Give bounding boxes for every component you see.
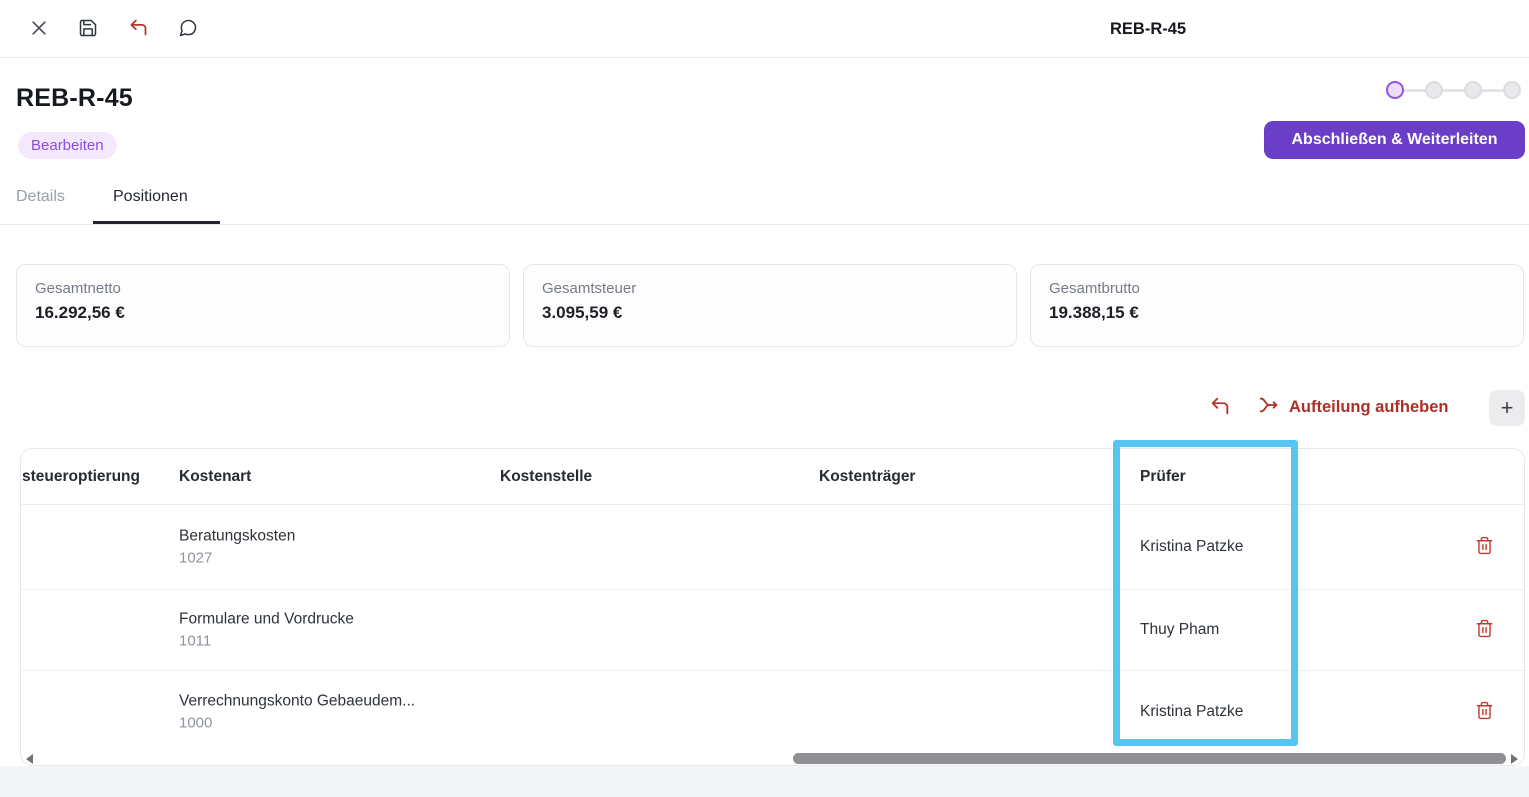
- column-header-kostentraeger: Kostenträger: [819, 449, 915, 505]
- undo-icon: [128, 17, 149, 41]
- stepper-step-1[interactable]: [1386, 81, 1404, 99]
- card-label: Gesamtbrutto: [1049, 280, 1505, 297]
- table-undo-button[interactable]: [1207, 394, 1233, 420]
- column-header-steueroptierung: steueroptierung: [22, 449, 140, 505]
- pruefer-cell: Thuy Pham: [1140, 621, 1219, 639]
- table-row[interactable]: Beratungskosten 1027 Kristina Patzke: [21, 505, 1524, 590]
- column-header-kostenart: Kostenart: [179, 449, 251, 505]
- unsplit-button[interactable]: Aufteilung aufheben: [1258, 392, 1449, 422]
- card-value: 3.095,59 €: [542, 303, 998, 323]
- table-row[interactable]: Verrechnungskonto Gebaeudem... 1000 Kris…: [21, 671, 1524, 752]
- undo-icon: [1209, 395, 1231, 420]
- progress-stepper: [1386, 81, 1526, 99]
- stepper-connector: [1481, 89, 1504, 92]
- kostenart-cell: Formulare und Vordrucke 1011: [179, 611, 354, 650]
- scrollbar-thumb[interactable]: [793, 753, 1506, 764]
- delete-row-button[interactable]: [1471, 534, 1497, 560]
- card-value: 16.292,56 €: [35, 303, 491, 323]
- kostenart-name: Beratungskosten: [179, 528, 295, 546]
- positions-table: steueroptierung Kostenart Kostenstelle K…: [20, 448, 1525, 766]
- pruefer-cell: Kristina Patzke: [1140, 538, 1243, 556]
- column-header-kostenstelle: Kostenstelle: [500, 449, 592, 505]
- tab-positionen[interactable]: Positionen: [113, 188, 188, 206]
- app-window: REB-R-45 REB-R-45 Bearbeiten Abschließen…: [0, 0, 1529, 797]
- add-position-button[interactable]: +: [1489, 390, 1525, 426]
- delete-row-button[interactable]: [1471, 617, 1497, 643]
- stepper-step-4[interactable]: [1503, 81, 1521, 99]
- kostenart-code: 1027: [179, 550, 295, 567]
- trash-icon: [1475, 536, 1494, 558]
- undo-button[interactable]: [126, 17, 150, 41]
- finish-forward-button[interactable]: Abschließen & Weiterleiten: [1264, 121, 1525, 159]
- kostenart-code: 1000: [179, 714, 415, 731]
- tab-details[interactable]: Details: [16, 188, 65, 206]
- card-label: Gesamtsteuer: [542, 280, 998, 297]
- tabs-divider: [0, 224, 1529, 225]
- page-title: REB-R-45: [16, 84, 133, 113]
- comment-icon: [178, 18, 198, 41]
- scroll-right-arrow[interactable]: [1511, 754, 1518, 764]
- kostenart-name: Verrechnungskonto Gebaeudem...: [179, 692, 415, 710]
- merge-arrows-icon: [1258, 394, 1280, 421]
- close-icon: [29, 18, 49, 41]
- trash-icon: [1475, 701, 1494, 723]
- card-gesamtsteuer: Gesamtsteuer 3.095,59 €: [523, 264, 1017, 347]
- stepper-connector: [1442, 89, 1465, 92]
- comment-button[interactable]: [176, 17, 200, 41]
- top-toolbar: REB-R-45: [0, 0, 1529, 58]
- stepper-step-3[interactable]: [1464, 81, 1482, 99]
- scroll-left-arrow[interactable]: [26, 754, 33, 764]
- horizontal-scrollbar: [21, 750, 1524, 766]
- table-row[interactable]: Formulare und Vordrucke 1011 Thuy Pham: [21, 590, 1524, 671]
- card-value: 19.388,15 €: [1049, 303, 1505, 323]
- pruefer-cell: Kristina Patzke: [1140, 703, 1243, 721]
- card-gesamtnetto: Gesamtnetto 16.292,56 €: [16, 264, 510, 347]
- stepper-connector: [1403, 89, 1426, 92]
- kostenart-cell: Verrechnungskonto Gebaeudem... 1000: [179, 692, 415, 731]
- status-badge: Bearbeiten: [18, 132, 117, 159]
- kostenart-cell: Beratungskosten 1027: [179, 528, 295, 567]
- card-label: Gesamtnetto: [35, 280, 491, 297]
- table-header-row: steueroptierung Kostenart Kostenstelle K…: [21, 449, 1524, 505]
- totals-cards: Gesamtnetto 16.292,56 € Gesamtsteuer 3.0…: [16, 264, 1524, 347]
- save-button[interactable]: [76, 17, 100, 41]
- save-icon: [78, 18, 98, 41]
- kostenart-code: 1011: [179, 633, 354, 650]
- stepper-step-2[interactable]: [1425, 81, 1443, 99]
- kostenart-name: Formulare und Vordrucke: [179, 611, 354, 629]
- close-button[interactable]: [27, 17, 51, 41]
- window-title: REB-R-45: [1110, 0, 1186, 58]
- column-header-pruefer: Prüfer: [1140, 449, 1186, 505]
- trash-icon: [1475, 619, 1494, 641]
- unsplit-label: Aufteilung aufheben: [1289, 398, 1449, 417]
- delete-row-button[interactable]: [1471, 699, 1497, 725]
- card-gesamtbrutto: Gesamtbrutto 19.388,15 €: [1030, 264, 1524, 347]
